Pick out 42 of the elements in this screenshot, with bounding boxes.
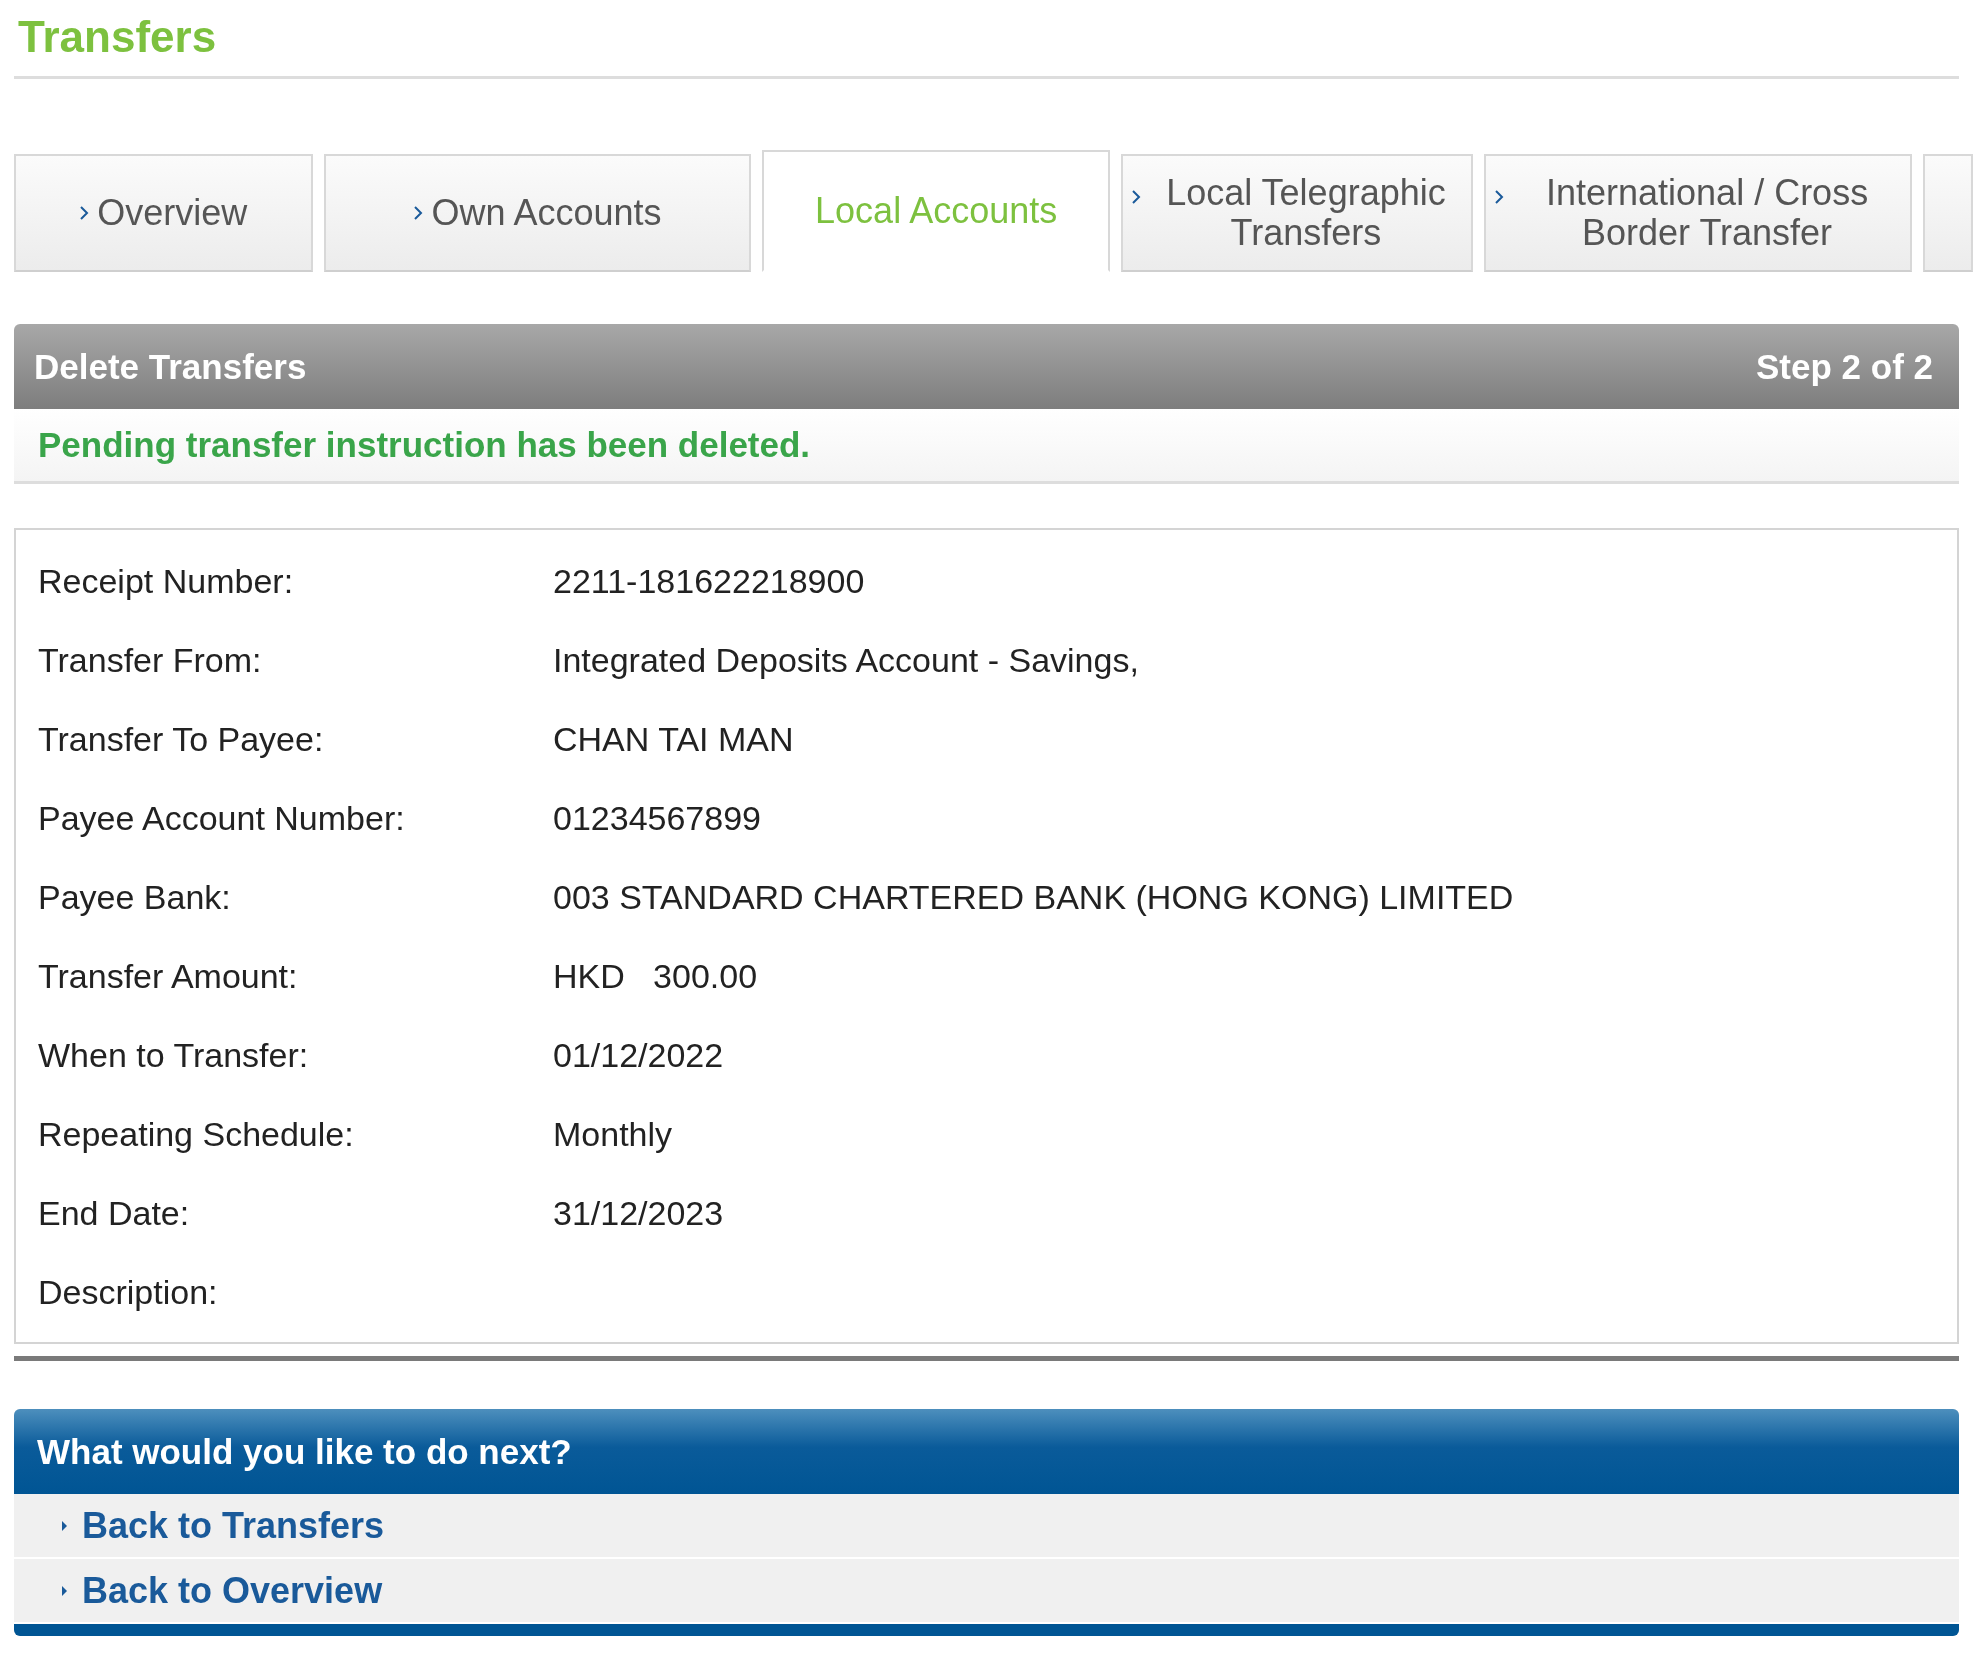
link[interactable]: Back to Overview xyxy=(82,1569,383,1612)
field-value: HKD 300.00 xyxy=(553,957,758,996)
field-value: 01/12/2022 xyxy=(553,1036,724,1075)
chevron-icon xyxy=(79,205,90,221)
tab-label: Local Accounts xyxy=(815,190,1058,232)
field-value: Monthly xyxy=(553,1115,673,1154)
field-value: 01234567899 xyxy=(553,799,761,838)
field-label: Repeating Schedule: xyxy=(38,1115,355,1154)
panel-title: Delete Transfers xyxy=(34,346,307,387)
step-indicator: Step 2 of 2 xyxy=(1756,346,1933,387)
next-steps-title: What would you like to do next? xyxy=(37,1431,572,1472)
triangle-icon xyxy=(61,1583,68,1598)
field-label: Description: xyxy=(38,1273,219,1312)
field-value: CHAN TAI MAN xyxy=(553,720,794,759)
field-value: 2211-181622218900 xyxy=(553,562,865,601)
success-message: Pending transfer instruction has been deleted. xyxy=(38,425,811,465)
field-label: Transfer From: xyxy=(38,641,263,680)
field-label: Payee Bank: xyxy=(38,878,232,917)
tab[interactable] xyxy=(1923,154,1973,272)
field-label: Transfer Amount: xyxy=(38,957,299,996)
tab-label: Own Accounts xyxy=(431,192,662,234)
chevron-icon xyxy=(413,205,424,221)
field-label: When to Transfer: xyxy=(38,1036,310,1075)
field-value: 003 STANDARD CHARTERED BANK (HONG KONG) LIMITED xyxy=(553,878,1514,917)
tab[interactable]: International / Cross Border Transfer xyxy=(1484,154,1912,272)
tab-label: Overview xyxy=(97,192,248,234)
triangle-icon xyxy=(61,1518,68,1533)
field-value: Integrated Deposits Account - Savings, xyxy=(553,641,1139,680)
page-title: Transfers xyxy=(14,0,1959,79)
tab[interactable]: Own Accounts xyxy=(323,154,752,272)
chevron-icon xyxy=(1494,189,1505,205)
field-label: End Date: xyxy=(38,1194,191,1233)
field-label: Transfer To Payee: xyxy=(38,720,325,759)
link[interactable]: Back to Transfers xyxy=(82,1504,385,1547)
chevron-icon xyxy=(1130,189,1141,205)
tab-label: International / Cross Border Transfer xyxy=(1545,172,1870,254)
field-label: Payee Account Number: xyxy=(38,799,406,838)
field-label: Receipt Number: xyxy=(38,562,295,601)
tab[interactable]: Overview xyxy=(14,154,313,272)
tab-label: Local Telegraphic Transfers xyxy=(1165,172,1447,254)
field-value: 31/12/2023 xyxy=(553,1194,724,1233)
tab[interactable]: Local Telegraphic Transfers xyxy=(1120,154,1474,272)
